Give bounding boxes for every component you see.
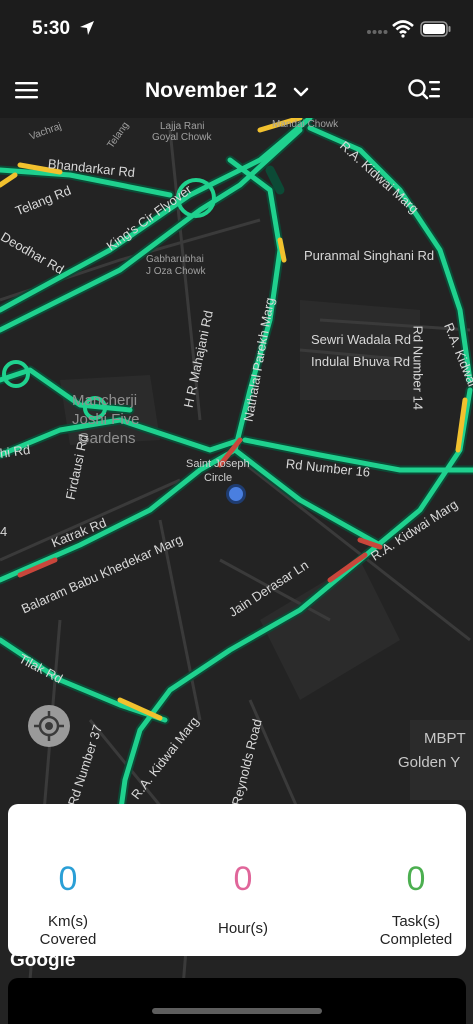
map-label: Saint Joseph [186,458,250,470]
map-label: Lajja Rani [160,121,205,132]
hours-value: 0 [233,860,253,898]
map-label: Circle [204,472,233,484]
km-label: Km(s) [48,913,88,930]
status-time: 5:30 [32,18,71,39]
google-logo: Google [10,950,76,971]
map-label: Sewri Wadala Rd [311,332,411,347]
home-indicator[interactable] [152,1008,322,1014]
map-label: Mandai Chowk [272,119,339,130]
km-label-2: Covered [39,931,97,948]
map-label: MBPT [424,730,466,747]
search-list-icon[interactable] [406,77,442,103]
bottom-sheet[interactable] [8,978,466,1024]
map-label: 4 [0,524,8,539]
stat-km-covered: 0 Km(s) Covered [0,804,143,949]
map-label: J Oza Chowk [146,266,206,277]
map-label: Goyal Chowk [152,132,212,143]
stats-card: 0 Km(s) Covered 0 Hour(s) 0 Task(s) Comp… [8,804,466,956]
current-location-marker [226,484,246,504]
map-label: Gabharubhai [146,254,204,265]
wifi-icon [392,20,414,38]
map-label: Mancherji [72,392,138,409]
signal-dots-icon [367,30,388,34]
app-header: November 12 [0,60,473,120]
map-label: Indulal Bhuva Rd [311,354,411,369]
map-label: Joshi Five [72,411,140,428]
map-label: Rd Number 14 [410,325,426,411]
locate-me-button[interactable] [28,705,70,747]
chevron-down-icon[interactable] [292,85,310,99]
hamburger-menu-icon[interactable] [12,78,42,102]
tasks-label: Task(s) [391,913,441,930]
location-arrow-icon [80,21,94,35]
status-bar: 5:30 [0,0,473,60]
map-label: Puranmal Singhani Rd [304,248,435,263]
tasks-label-2: Completed [379,931,453,948]
km-value: 0 [58,860,78,898]
tasks-value: 0 [406,860,426,898]
crosshair-icon [34,711,64,741]
battery-icon [420,21,451,37]
stat-tasks-completed: 0 Task(s) Completed [341,804,473,949]
stat-hours: 0 Hour(s) [168,804,318,938]
date-title[interactable]: November 12 [145,79,277,103]
hours-label: Hour(s) [217,920,268,937]
map-label: Golden Y [398,754,461,771]
